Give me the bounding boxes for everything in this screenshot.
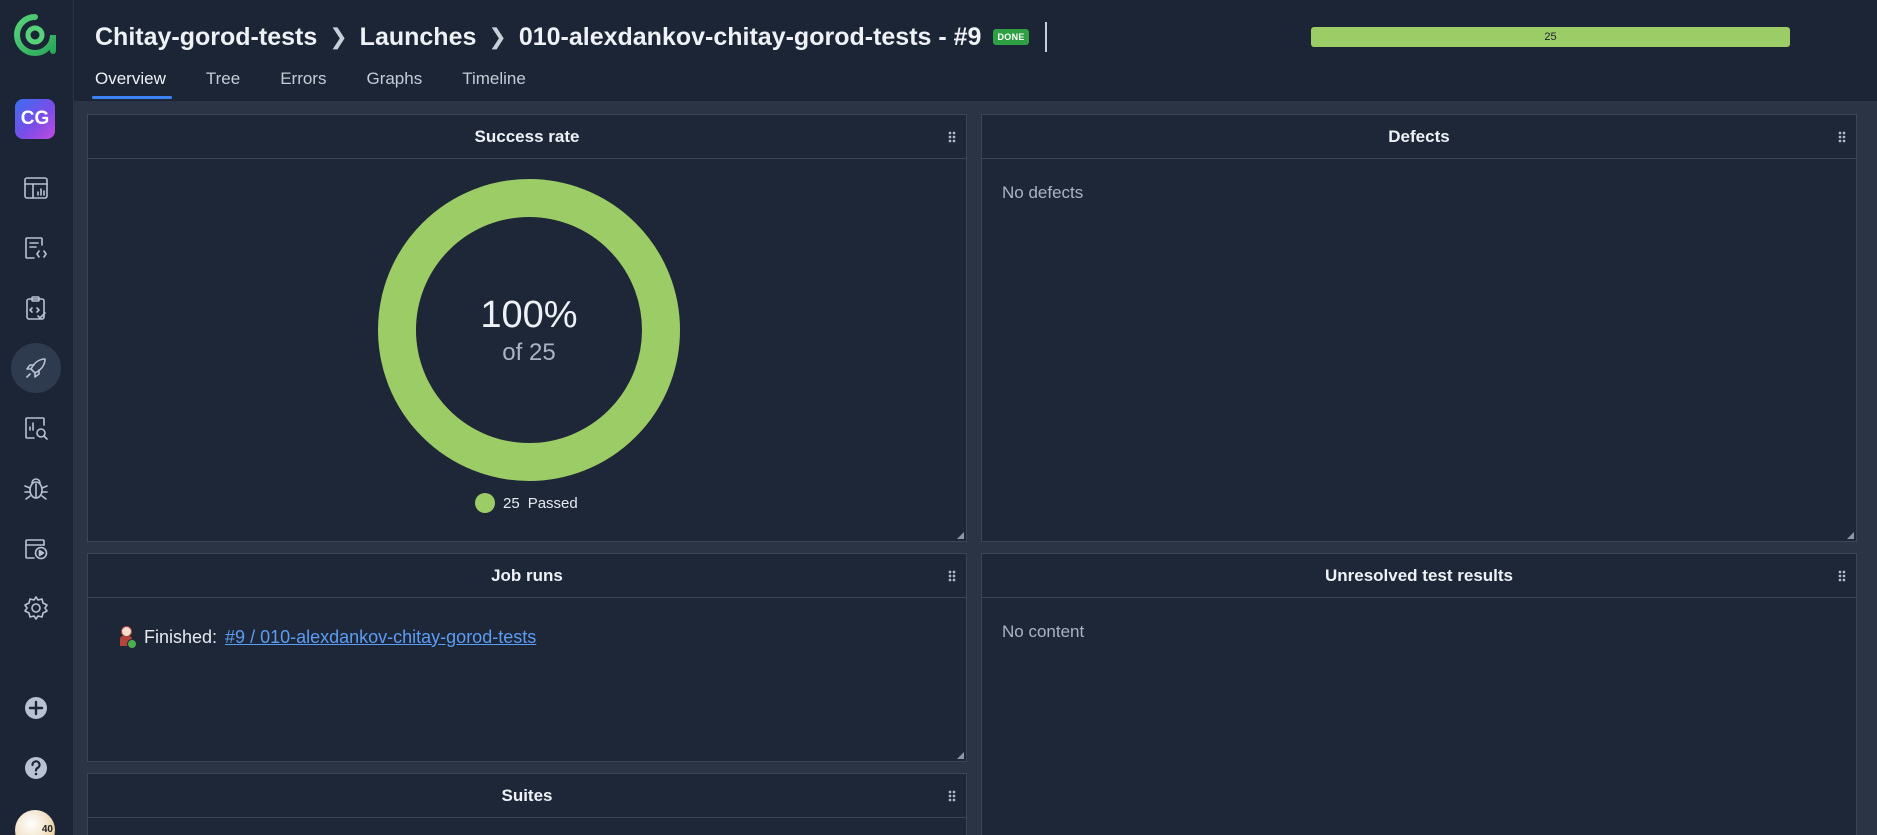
job-runs-widget: Job runs Finished: #9 / 010-alexdankov-c… xyxy=(87,553,967,762)
sidebar: CG 40 xyxy=(0,0,74,835)
status-badge: DONE xyxy=(993,29,1029,45)
widget-title: Job runs xyxy=(491,565,563,585)
add-icon xyxy=(25,697,47,719)
test-cases-icon xyxy=(25,237,47,259)
tab-timeline[interactable]: Timeline xyxy=(442,66,546,99)
jobs-nav-button[interactable] xyxy=(11,523,61,573)
breadcrumb-launches[interactable]: Launches xyxy=(360,23,477,52)
tab-errors[interactable]: Errors xyxy=(260,66,346,99)
defects-icon xyxy=(24,478,48,500)
jobs-icon xyxy=(25,539,48,560)
dashboard-icon xyxy=(24,177,48,199)
suites-widget: Suites xyxy=(87,773,967,835)
settings-icon xyxy=(24,596,48,620)
widget-title: Defects xyxy=(1388,126,1450,146)
chevron-right-icon: ❯ xyxy=(329,24,348,49)
unresolved-widget: Unresolved test results No content xyxy=(981,553,1857,835)
allure-logo-icon[interactable] xyxy=(14,14,56,56)
empty-state: No defects xyxy=(1002,183,1084,202)
passed-dot-icon xyxy=(475,493,495,513)
donut-center: 100% of 25 xyxy=(378,179,680,481)
divider xyxy=(1044,22,1047,52)
job-status-text: Finished: xyxy=(144,626,218,647)
drag-handle-icon[interactable] xyxy=(1838,570,1846,582)
job-run-item: Finished: #9 / 010-alexdankov-chitay-gor… xyxy=(118,626,536,649)
analytics-nav-button[interactable] xyxy=(11,403,61,453)
help-icon xyxy=(25,757,47,779)
legend-count: 25 xyxy=(503,494,520,512)
tab-tree[interactable]: Tree xyxy=(186,66,260,99)
tab-graphs[interactable]: Graphs xyxy=(346,66,442,99)
chevron-right-icon: ❯ xyxy=(488,24,507,49)
widget-title: Success rate xyxy=(474,126,580,146)
resize-handle-icon[interactable] xyxy=(1847,532,1854,539)
widget-title: Suites xyxy=(501,785,553,805)
dashboard-nav-button[interactable] xyxy=(11,163,61,213)
defects-nav-button[interactable] xyxy=(11,463,61,513)
drag-handle-icon[interactable] xyxy=(948,790,956,802)
breadcrumb-project[interactable]: Chitay-gorod-tests xyxy=(95,23,317,52)
job-run-link[interactable]: #9 / 010-alexdankov-chitay-gorod-tests xyxy=(225,627,536,648)
widget-header: Defects xyxy=(982,115,1856,159)
launch-tabs: Overview Tree Errors Graphs Timeline xyxy=(92,66,546,99)
user-avatar[interactable]: 40 xyxy=(15,810,55,835)
avatar-label: 40 xyxy=(41,824,53,835)
tab-overview[interactable]: Overview xyxy=(92,66,186,99)
widget-header: Suites xyxy=(88,774,966,818)
progress-value: 25 xyxy=(1544,31,1557,43)
widget-title: Unresolved test results xyxy=(1324,565,1513,585)
test-plans-nav-button[interactable] xyxy=(11,283,61,333)
legend-label: Passed xyxy=(527,494,578,512)
help-nav-button[interactable] xyxy=(11,743,61,793)
success-rate-donut: 100% of 25 xyxy=(378,179,680,481)
success-percent: 100% xyxy=(480,293,578,336)
test-plans-icon xyxy=(26,296,46,320)
empty-state: No content xyxy=(1002,622,1085,641)
launches-icon xyxy=(26,358,46,378)
drag-handle-icon[interactable] xyxy=(948,131,956,143)
resize-handle-icon[interactable] xyxy=(957,752,964,759)
success-rate-widget: Success rate 100% of 25 25 Passed xyxy=(87,114,967,542)
drag-handle-icon[interactable] xyxy=(948,570,956,582)
settings-nav-button[interactable] xyxy=(11,583,61,633)
drag-handle-icon[interactable] xyxy=(1838,131,1846,143)
breadcrumb: Chitay-gorod-tests ❯ Launches ❯ 010-alex… xyxy=(95,22,1047,52)
jenkins-icon xyxy=(118,626,137,649)
success-total: of 25 xyxy=(502,338,556,366)
project-avatar[interactable]: CG xyxy=(15,99,55,139)
launches-nav-button[interactable] xyxy=(11,343,61,393)
resize-handle-icon[interactable] xyxy=(957,532,964,539)
page-title: 010-alexdankov-chitay-gorod-tests - #9 xyxy=(518,22,982,51)
overview-content: Success rate 100% of 25 25 Passed Defect… xyxy=(74,102,1877,835)
defects-widget: Defects No defects xyxy=(981,114,1857,542)
add-nav-button[interactable] xyxy=(11,683,61,733)
test-cases-nav-button[interactable] xyxy=(11,223,61,273)
widget-header: Unresolved test results xyxy=(982,554,1856,598)
widget-header: Success rate xyxy=(88,115,966,159)
legend-passed[interactable]: 25 Passed xyxy=(475,493,578,513)
widget-header: Job runs xyxy=(88,554,966,598)
analytics-icon xyxy=(25,417,48,440)
launch-progress-bar: 25 xyxy=(1311,27,1790,47)
page-header: Chitay-gorod-tests ❯ Launches ❯ 010-alex… xyxy=(74,0,1877,102)
